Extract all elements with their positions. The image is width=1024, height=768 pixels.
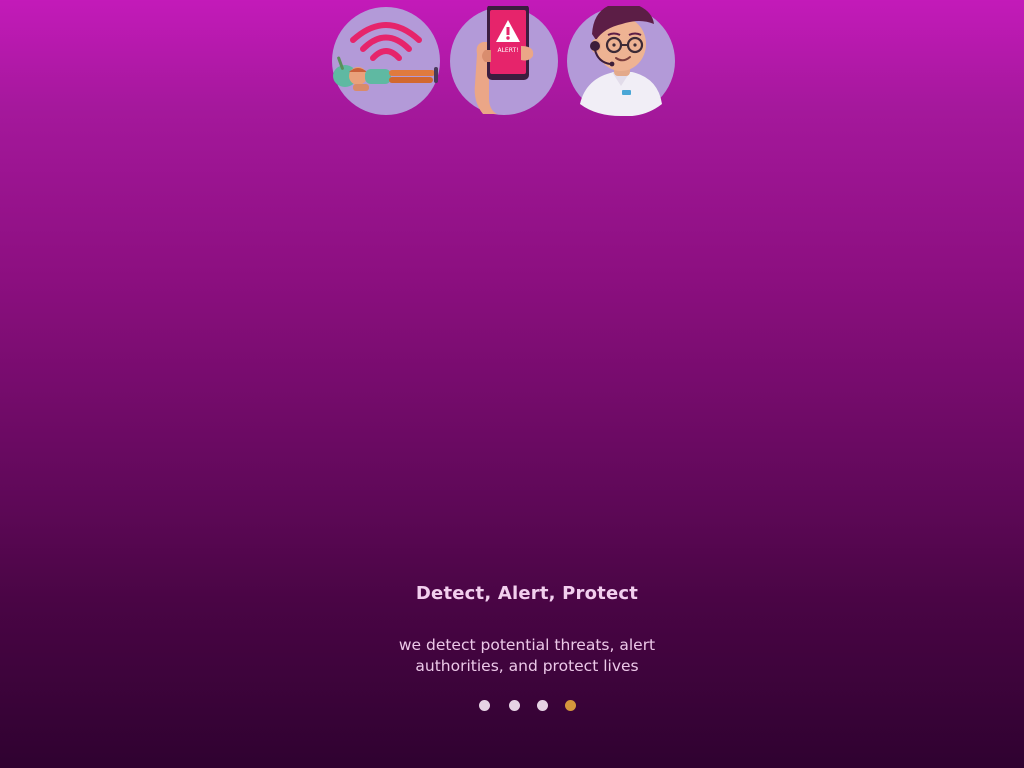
phone-alert-text: ALERT!	[497, 47, 518, 54]
page-dot-2[interactable]	[509, 700, 520, 711]
phone-alert-icon: ALERT!	[449, 6, 559, 116]
illustration-row: ALERT!	[331, 6, 675, 116]
slide-title: Detect, Alert, Protect	[415, 583, 639, 604]
page-dot-4-active[interactable]	[565, 700, 576, 711]
slide-description: we detect potential threats, alert autho…	[398, 636, 656, 675]
page-dot-3[interactable]	[537, 700, 548, 711]
page-indicator	[474, 700, 584, 712]
support-agent-icon	[566, 6, 676, 116]
page-dot-1[interactable]	[479, 700, 490, 711]
fall-detection-wifi-icon	[331, 6, 441, 116]
